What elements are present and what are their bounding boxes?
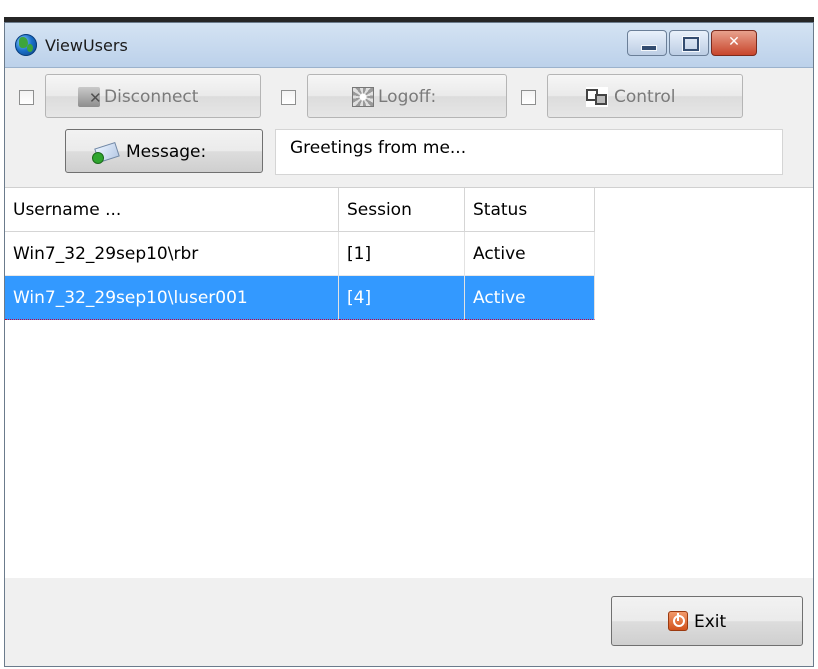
maximize-icon xyxy=(683,37,699,51)
list-header: Username ... Session Status xyxy=(5,188,595,232)
control-label: Control xyxy=(614,87,676,107)
logoff-icon xyxy=(352,87,374,107)
logoff-checkbox[interactable] xyxy=(281,90,296,105)
username-cell: Win7_32_29sep10\rbr xyxy=(5,232,339,276)
status-cell: Active xyxy=(465,276,595,320)
close-button[interactable]: ✕ xyxy=(711,30,757,56)
control-icon xyxy=(586,87,608,107)
logoff-label: Logoff: xyxy=(378,87,437,107)
message-input[interactable] xyxy=(275,129,783,175)
column-header-session[interactable]: Session xyxy=(339,188,465,232)
column-header-status[interactable]: Status xyxy=(465,188,595,232)
title-bar[interactable]: ViewUsers ✕ xyxy=(5,23,813,68)
viewusers-window: ViewUsers ✕ Disconnect Logoff: Control xyxy=(4,22,814,667)
control-checkbox[interactable] xyxy=(521,90,536,105)
maximize-button[interactable] xyxy=(669,30,709,56)
session-cell: [1] xyxy=(339,232,465,276)
power-icon xyxy=(668,611,688,631)
column-header-username[interactable]: Username ... xyxy=(5,188,339,232)
footer-bar: Exit xyxy=(5,578,813,666)
disconnect-icon xyxy=(78,87,102,107)
username-cell: Win7_32_29sep10\luser001 xyxy=(5,276,339,320)
table-row-selected[interactable]: Win7_32_29sep10\luser001 [4] Active xyxy=(5,276,595,320)
window-title: ViewUsers xyxy=(45,36,128,55)
message-button[interactable]: Message: xyxy=(65,129,263,173)
message-icon xyxy=(92,142,118,164)
disconnect-button[interactable]: Disconnect xyxy=(45,74,261,118)
background-window-strip xyxy=(0,0,818,22)
close-icon: ✕ xyxy=(728,34,740,50)
control-button[interactable]: Control xyxy=(547,74,743,118)
status-cell: Active xyxy=(465,232,595,276)
minimize-button[interactable] xyxy=(627,30,667,56)
action-toolbar: Disconnect Logoff: Control xyxy=(5,68,813,124)
logoff-button[interactable]: Logoff: xyxy=(307,74,507,118)
minimize-icon xyxy=(641,45,657,51)
disconnect-checkbox[interactable] xyxy=(19,90,34,105)
sessions-list[interactable]: Username ... Session Status Win7_32_29se… xyxy=(5,187,813,579)
message-row: Message: xyxy=(5,124,813,180)
exit-label: Exit xyxy=(694,612,727,632)
exit-button[interactable]: Exit xyxy=(611,596,803,646)
disconnect-label: Disconnect xyxy=(104,87,199,107)
message-button-label: Message: xyxy=(126,142,207,162)
session-cell: [4] xyxy=(339,276,465,320)
table-row[interactable]: Win7_32_29sep10\rbr [1] Active xyxy=(5,232,595,276)
globe-icon xyxy=(15,34,37,56)
